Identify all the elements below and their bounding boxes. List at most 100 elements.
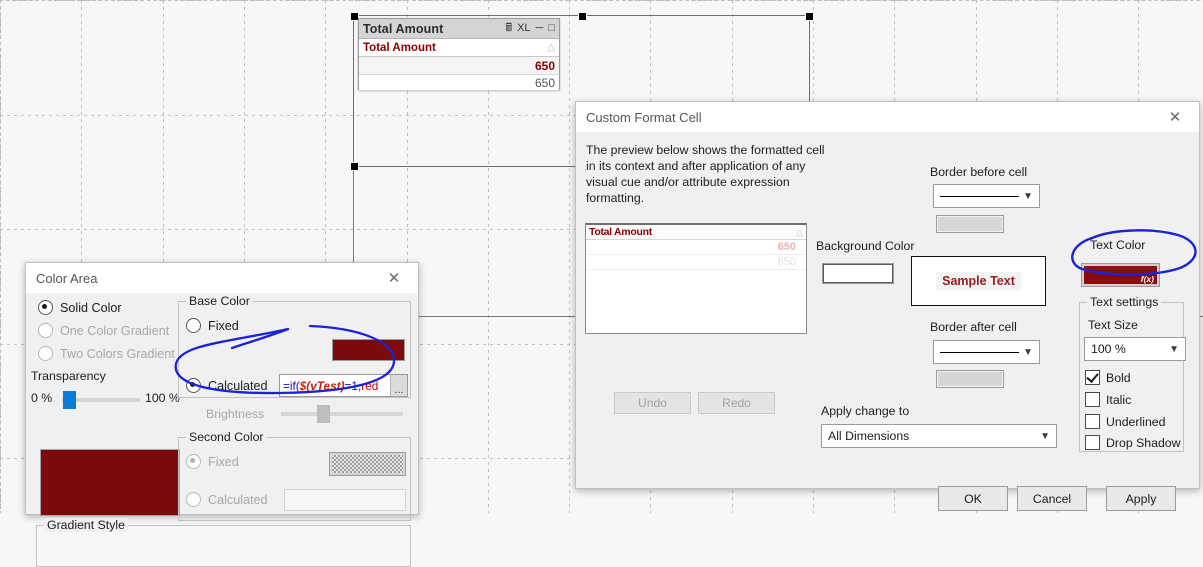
two-colors-gradient-label: Two Colors Gradient bbox=[60, 346, 175, 361]
close-icon[interactable]: ✕ bbox=[1161, 104, 1189, 130]
text-size-value: 100 % bbox=[1091, 342, 1126, 356]
text-color-fill: f(x) bbox=[1084, 266, 1157, 284]
text-size-label: Text Size bbox=[1088, 318, 1138, 332]
second-color-expression-input[interactable] bbox=[284, 489, 406, 511]
preview-sort-arrow-icon: △ bbox=[796, 226, 803, 237]
minimize-icon[interactable]: ─ bbox=[536, 23, 544, 34]
preview-header-row: Total Amount △ bbox=[586, 225, 806, 240]
base-color-expression-input[interactable]: =if($(vTest) =1, red ... bbox=[279, 374, 408, 397]
chart-column-header[interactable]: Total Amount △ bbox=[359, 39, 559, 57]
apply-change-to-value: All Dimensions bbox=[828, 429, 910, 443]
background-color-label: Background Color bbox=[816, 239, 915, 253]
sample-text-label: Sample Text bbox=[936, 272, 1021, 290]
radio-dot-base-fixed bbox=[186, 318, 201, 333]
underlined-checkbox[interactable]: Underlined bbox=[1085, 414, 1165, 429]
chevron-down-icon-4: ▼ bbox=[1169, 343, 1179, 355]
brightness-slider-track[interactable] bbox=[281, 412, 403, 416]
radio-dot-two-gradient bbox=[38, 346, 53, 361]
cell-preview-panel: Total Amount △ 650 650 bbox=[585, 223, 807, 334]
cancel-button[interactable]: Cancel bbox=[1017, 486, 1087, 511]
selection-handle-top-center[interactable] bbox=[578, 12, 587, 21]
italic-label: Italic bbox=[1106, 392, 1132, 407]
expression-fx-badge: f(x) bbox=[1140, 274, 1154, 284]
checkbox-box-underlined bbox=[1085, 414, 1100, 429]
custom-format-cell-dialog[interactable]: Custom Format Cell ✕ The preview below s… bbox=[575, 101, 1200, 511]
base-fixed-label: Fixed bbox=[208, 318, 239, 333]
color-area-titlebar: Color Area ✕ bbox=[26, 263, 418, 293]
radio-solid-color[interactable]: Solid Color bbox=[38, 300, 122, 315]
color-area-title: Color Area bbox=[36, 270, 98, 286]
chart-caption: Total Amount 🖩 XL ─ □ bbox=[359, 19, 559, 39]
dialog-titlebar: Custom Format Cell ✕ bbox=[576, 102, 1199, 132]
expr-part-color: red bbox=[361, 378, 379, 393]
total-amount-chart-object[interactable]: Total Amount 🖩 XL ─ □ Total Amount △ 650… bbox=[358, 18, 560, 90]
color-area-body: Solid Color One Color Gradient Two Color… bbox=[26, 293, 418, 567]
preview-row-total: 650 bbox=[586, 240, 806, 255]
apply-button[interactable]: Apply bbox=[1106, 486, 1176, 511]
selection-handle-top-right[interactable] bbox=[805, 12, 814, 21]
text-settings-group-label: Text settings bbox=[1087, 295, 1162, 309]
expr-part-kw2: =1, bbox=[344, 378, 362, 393]
chevron-down-icon: ▼ bbox=[1023, 190, 1033, 202]
radio-second-calculated[interactable]: Calculated bbox=[186, 492, 268, 507]
chart-title: Total Amount bbox=[363, 21, 444, 36]
preview-header-label: Total Amount bbox=[589, 226, 652, 238]
transparency-slider-thumb[interactable] bbox=[63, 391, 76, 409]
gradient-style-group-label: Gradient Style bbox=[44, 518, 128, 532]
maximize-icon[interactable]: □ bbox=[548, 23, 555, 34]
brightness-slider-thumb[interactable] bbox=[317, 405, 330, 423]
italic-checkbox[interactable]: Italic bbox=[1085, 392, 1131, 407]
text-color-swatch[interactable]: f(x) bbox=[1081, 263, 1160, 287]
color-preview-swatch[interactable] bbox=[40, 449, 180, 516]
ok-button[interactable]: OK bbox=[938, 486, 1008, 511]
radio-two-colors-gradient[interactable]: Two Colors Gradient bbox=[38, 346, 175, 361]
base-fixed-color-swatch[interactable] bbox=[332, 339, 405, 361]
solid-line-icon-2 bbox=[940, 351, 1020, 353]
base-calculated-label: Calculated bbox=[208, 378, 268, 393]
solid-line-icon bbox=[940, 195, 1020, 197]
transparent-checker-pattern bbox=[332, 455, 403, 473]
second-fixed-color-swatch[interactable] bbox=[329, 452, 406, 476]
border-before-cell-select[interactable]: ▼ bbox=[933, 184, 1040, 208]
close-icon-color-area[interactable]: ✕ bbox=[380, 265, 408, 291]
transparency-max-label: 100 % bbox=[145, 391, 180, 405]
expression-editor-button[interactable]: ... bbox=[390, 375, 407, 396]
checkbox-box-bold bbox=[1085, 370, 1100, 385]
apply-change-to-label: Apply change to bbox=[821, 404, 910, 418]
chevron-down-icon-2: ▼ bbox=[1023, 346, 1033, 358]
base-color-group-label: Base Color bbox=[186, 294, 253, 308]
redo-button[interactable]: Redo bbox=[698, 392, 775, 414]
text-color-label: Text Color bbox=[1090, 238, 1146, 252]
sort-arrow-icon[interactable]: △ bbox=[547, 42, 555, 53]
print-icon[interactable]: 🖩 bbox=[505, 23, 512, 34]
border-after-cell-label: Border after cell bbox=[930, 320, 1017, 334]
border-after-cell-color-button[interactable] bbox=[936, 370, 1004, 388]
checkbox-box-dropshadow bbox=[1085, 435, 1100, 450]
selection-handle-left-middle[interactable] bbox=[350, 162, 359, 171]
chevron-down-icon-3: ▼ bbox=[1040, 430, 1050, 442]
preview-row-data: 650 bbox=[586, 255, 806, 270]
radio-second-fixed[interactable]: Fixed bbox=[186, 454, 239, 469]
radio-base-calculated[interactable]: Calculated bbox=[186, 378, 268, 393]
drop-shadow-checkbox[interactable]: Drop Shadow bbox=[1085, 435, 1181, 450]
undo-button[interactable]: Undo bbox=[614, 392, 691, 414]
transparency-min-label: 0 % bbox=[31, 391, 53, 405]
radio-one-color-gradient[interactable]: One Color Gradient bbox=[38, 323, 169, 338]
export-xl-icon[interactable]: XL bbox=[517, 23, 530, 34]
chart-column-header-label: Total Amount bbox=[363, 41, 436, 54]
transparency-label: Transparency bbox=[31, 369, 106, 383]
color-area-dialog[interactable]: Color Area ✕ Solid Color One Color Gradi… bbox=[25, 262, 419, 567]
border-after-cell-select[interactable]: ▼ bbox=[933, 340, 1040, 364]
grid-line-horizontal bbox=[0, 0, 1203, 1]
bold-label: Bold bbox=[1106, 370, 1131, 385]
expr-part-var: $(vTest) bbox=[299, 378, 345, 393]
background-color-swatch[interactable] bbox=[822, 263, 894, 284]
radio-base-fixed[interactable]: Fixed bbox=[186, 318, 239, 333]
bold-checkbox[interactable]: Bold bbox=[1085, 370, 1131, 385]
border-before-cell-color-button[interactable] bbox=[936, 215, 1004, 233]
apply-change-to-select[interactable]: All Dimensions ▼ bbox=[821, 424, 1057, 448]
expr-part-kw1: =if( bbox=[283, 378, 300, 393]
text-size-select[interactable]: 100 % ▼ bbox=[1084, 337, 1186, 361]
solid-color-label: Solid Color bbox=[60, 300, 122, 315]
dialog-description: The preview below shows the formatted ce… bbox=[586, 143, 825, 205]
